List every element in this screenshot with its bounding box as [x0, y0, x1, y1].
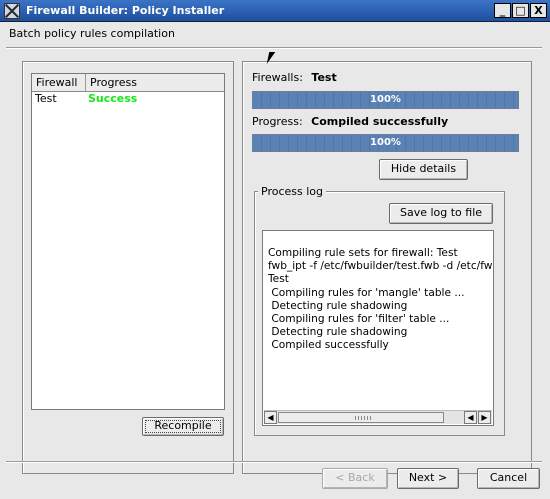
next-button[interactable]: Next > — [397, 468, 459, 489]
log-line: Compiling rules for 'mangle' table ... — [268, 286, 465, 299]
log-line: Detecting rule shadowing — [268, 326, 408, 339]
bottom-divider — [6, 461, 542, 463]
firewall-builder-app-icon — [4, 3, 20, 19]
maximize-button[interactable]: □ — [512, 3, 529, 18]
horizontal-scrollbar[interactable]: ◀ ◀ ▶ — [264, 410, 492, 424]
firewall-status-cell: Success — [88, 92, 138, 105]
compile-progress-bar: 100% — [252, 134, 519, 152]
process-log-lines: Compiling rule sets for firewall: Test fw… — [268, 247, 494, 353]
column-header-firewall[interactable]: Firewall — [32, 74, 86, 91]
log-line: Test — [268, 273, 289, 286]
firewall-row[interactable]: Test Success — [32, 92, 224, 106]
scrollbar-thumb[interactable] — [278, 412, 444, 423]
cancel-button[interactable]: Cancel — [477, 468, 540, 489]
firewall-list[interactable]: Firewall Progress Test Success — [31, 73, 225, 410]
firewall-name-cell: Test — [35, 92, 57, 105]
page-heading: Batch policy rules compilation — [9, 27, 175, 40]
firewall-list-header: Firewall Progress — [32, 74, 224, 92]
scroll-right-icon[interactable]: ▶ — [478, 411, 491, 424]
scroll-left-icon[interactable]: ◀ — [264, 411, 277, 424]
log-line: Compiling rules for 'filter' table ... — [268, 313, 450, 326]
firewalls-label: Firewalls: — [252, 71, 303, 84]
compile-progress-text: 100% — [370, 137, 401, 148]
save-log-button[interactable]: Save log to file — [389, 203, 493, 224]
firewalls-progress-text: 100% — [370, 94, 401, 105]
hide-details-button[interactable]: Hide details — [379, 159, 468, 180]
column-header-progress[interactable]: Progress — [86, 74, 224, 91]
window-title: Firewall Builder: Policy Installer — [26, 4, 225, 17]
progress-label: Progress: — [252, 115, 303, 128]
back-button[interactable]: < Back — [322, 468, 388, 489]
firewalls-progress-bar: 100% — [252, 91, 519, 109]
log-line: Compiled successfully — [268, 339, 389, 352]
firewalls-value: Test — [311, 71, 337, 84]
progress-value: Compiled successfully — [311, 115, 449, 128]
log-line: Compiling rule sets for firewall: Test — [268, 247, 458, 259]
recompile-button[interactable]: Recompile — [142, 417, 224, 436]
close-button[interactable]: X — [530, 3, 547, 18]
log-line: fwb_ipt -f /etc/fwbuilder/test.fwb -d /e… — [268, 260, 494, 273]
scrollbar-grip-icon — [355, 416, 371, 420]
minimize-button[interactable]: _ — [494, 3, 511, 18]
title-bar: Firewall Builder: Policy Installer _ □ X — [0, 0, 550, 22]
firewalls-status: Firewalls: Test — [252, 71, 337, 84]
scroll-left-step-icon[interactable]: ◀ — [464, 411, 477, 424]
top-divider — [6, 47, 542, 49]
process-log-text-area[interactable]: Compiling rule sets for firewall: Test fw… — [262, 230, 494, 426]
log-line: Detecting rule shadowing — [268, 299, 408, 312]
process-log-title: Process log — [258, 185, 326, 198]
compile-status: Progress: Compiled successfully — [252, 115, 448, 128]
